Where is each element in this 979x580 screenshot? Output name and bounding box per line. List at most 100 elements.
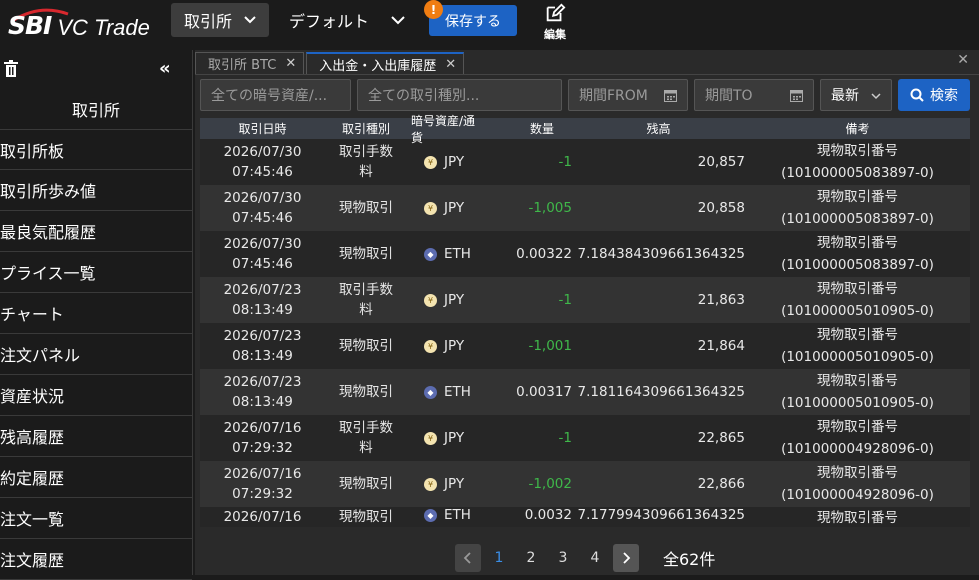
- search-button[interactable]: 検索: [898, 78, 970, 111]
- cell-qty: -1: [558, 430, 572, 446]
- cell-type: 現物取引: [325, 244, 407, 264]
- panel-close-icon[interactable]: ✕: [957, 52, 969, 68]
- cell-note: 現物取引番号 (101000005010905-0): [745, 324, 970, 368]
- page-number[interactable]: 1: [483, 550, 515, 566]
- cell-currency: ¥ JPY: [407, 154, 482, 170]
- sidebar-item[interactable]: 約定履歴: [0, 457, 192, 498]
- sidebar-item[interactable]: チャート: [0, 293, 192, 334]
- logo-brand: SBI: [8, 10, 52, 40]
- note-line: 現物取引番号: [817, 419, 898, 435]
- cell-type: 現物取引: [325, 507, 407, 527]
- sidebar-item[interactable]: 取引所板: [0, 129, 192, 170]
- chevron-left-icon: [463, 552, 471, 564]
- cell-date: 2026/07/23 08:13:49: [200, 280, 325, 320]
- cell-qty: -1: [558, 154, 572, 170]
- top-bar: SBI VC Trade 取引所 デフォルト 保存する ! 編集: [0, 0, 979, 50]
- jpy-coin-icon: ¥: [424, 431, 437, 445]
- time-text: 07:45:46: [232, 164, 293, 180]
- type-filter[interactable]: 全ての取引種別...: [357, 78, 562, 111]
- type-line: 料: [359, 302, 373, 318]
- type-line: 現物取引: [339, 476, 393, 492]
- note-line: 現物取引番号: [817, 281, 898, 297]
- note-line: 現物取引番号: [817, 235, 898, 251]
- date-from-field[interactable]: 期間FROM: [568, 78, 688, 111]
- sidebar-item[interactable]: 資産状況: [0, 375, 192, 416]
- calendar-icon: [664, 89, 677, 102]
- col-qty[interactable]: 数量: [482, 120, 572, 137]
- trash-icon[interactable]: [3, 60, 19, 78]
- page-number[interactable]: 4: [579, 550, 611, 566]
- chevron-right-icon: [623, 552, 631, 564]
- prev-page-button[interactable]: [455, 544, 481, 572]
- cell-currency: ◆ ETH: [407, 246, 482, 262]
- cell-note: 現物取引番号 (101000005010905-0): [745, 278, 970, 322]
- cell-currency: ¥ JPY: [407, 200, 482, 216]
- chevron-down-icon: [391, 16, 405, 25]
- cell-qty: 0.00317: [516, 384, 572, 400]
- page-number[interactable]: 2: [515, 550, 547, 566]
- time-text: 07:45:46: [232, 210, 293, 226]
- collapse-sidebar-icon[interactable]: «: [159, 58, 171, 79]
- cell-note: 現物取引番号 (101000005010905-0): [745, 370, 970, 414]
- date-to-field[interactable]: 期間TO: [694, 78, 814, 111]
- time-text: 08:13:49: [232, 394, 293, 410]
- close-icon[interactable]: ✕: [285, 56, 296, 71]
- table-row: 2026/07/30 07:45:46 現物取引 ¥ JPY -1,005 20,858 現物…: [200, 185, 970, 231]
- date-text: 2026/07/16: [223, 420, 302, 436]
- currency-text: ETH: [444, 384, 471, 400]
- total-count: 全62件: [663, 550, 716, 569]
- note-line: 現物取引番号: [817, 327, 898, 343]
- currency-text: JPY: [444, 154, 465, 170]
- type-line: 取引手数: [339, 282, 393, 298]
- col-date[interactable]: 取引日時: [200, 119, 325, 139]
- asset-filter[interactable]: 全ての暗号資産/...: [200, 78, 351, 111]
- eth-coin-icon: ◆: [424, 508, 437, 522]
- market-dropdown-label: 取引所: [184, 12, 233, 31]
- sidebar-item[interactable]: 注文履歴: [0, 539, 192, 580]
- table-row: 2026/07/16 07:29:32 取引手数料 ¥ JPY -1 22,865 現物取引番…: [200, 415, 970, 461]
- cell-type: 取引手数料: [325, 142, 407, 182]
- tab-deposit-history[interactable]: 入出金・入出庫履歴 ✕: [306, 52, 465, 74]
- col-currency[interactable]: 暗号資産/通貨: [407, 112, 482, 146]
- market-dropdown[interactable]: 取引所: [171, 3, 269, 37]
- layout-dropdown[interactable]: デフォルト: [289, 3, 405, 37]
- sidebar-title: 取引所: [71, 101, 120, 120]
- tab-label: 取引所 BTC: [208, 58, 277, 73]
- date-text: 2026/07/23: [223, 282, 302, 298]
- edit-label: 編集: [544, 28, 566, 41]
- sort-select[interactable]: 最新: [820, 78, 892, 111]
- cell-type: 現物取引: [325, 198, 407, 218]
- jpy-coin-icon: ¥: [424, 293, 437, 307]
- chevron-down-icon: [244, 16, 256, 24]
- page-number[interactable]: 3: [547, 550, 579, 566]
- sidebar-item[interactable]: 残高履歴: [0, 416, 192, 457]
- table-row: 2026/07/30 07:45:46 現物取引 ◆ ETH 0.00322 7.18438…: [200, 231, 970, 277]
- edit-button[interactable]: 編集: [540, 2, 570, 42]
- edit-icon: [546, 3, 566, 22]
- date-text: 2026/07/16: [223, 466, 302, 482]
- sidebar-item[interactable]: プライス一覧: [0, 252, 192, 293]
- note-line: 現物取引番号: [817, 143, 898, 159]
- tab-exchange-btc[interactable]: 取引所 BTC ✕: [195, 52, 305, 74]
- sidebar-item[interactable]: 取引所歩み値: [0, 170, 192, 211]
- note-line: 現物取引番号: [817, 465, 898, 481]
- close-icon[interactable]: ✕: [445, 57, 456, 72]
- sidebar-item[interactable]: 注文パネル: [0, 334, 192, 375]
- time-text: 08:13:49: [232, 348, 293, 364]
- date-text: 2026/07/16: [223, 509, 302, 525]
- cell-type: 取引手数料: [325, 418, 407, 458]
- jpy-coin-icon: ¥: [424, 339, 437, 353]
- col-note[interactable]: 備考: [745, 118, 970, 140]
- note-line: (101000005083897-0): [781, 211, 934, 227]
- next-page-button[interactable]: [613, 544, 639, 572]
- jpy-coin-icon: ¥: [424, 155, 437, 169]
- sidebar-header: «: [0, 50, 192, 92]
- sidebar-item[interactable]: 最良気配履歴: [0, 211, 192, 252]
- table-row: 2026/07/23 08:13:49 取引手数料 ¥ JPY -1 21,863 現物取引番…: [200, 277, 970, 323]
- history-table: 取引日時 取引種別 暗号資産/通貨 数量 残高 備考 2026/07/30 07:…: [200, 114, 970, 527]
- currency-text: JPY: [444, 292, 465, 308]
- sidebar-item[interactable]: 注文一覧: [0, 498, 192, 539]
- date-text: 2026/07/30: [223, 144, 302, 160]
- col-type[interactable]: 取引種別: [325, 119, 407, 139]
- col-balance[interactable]: 残高: [572, 120, 745, 137]
